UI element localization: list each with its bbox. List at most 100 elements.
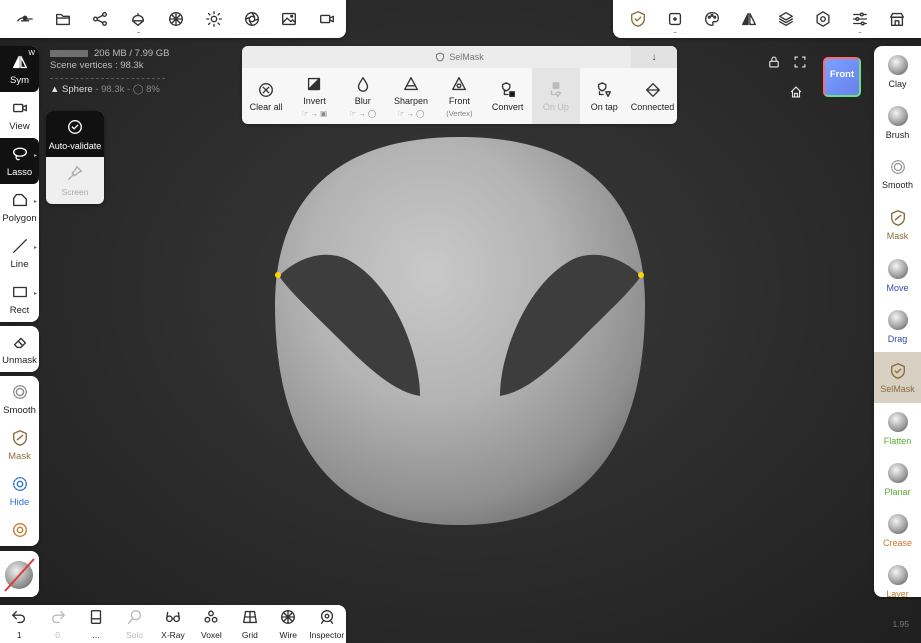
arrow-down-icon: ↓	[651, 51, 657, 63]
line-tool[interactable]: ▸ Line	[0, 230, 39, 276]
rect-tool[interactable]: ▸ Rect	[0, 276, 39, 322]
layer-icon	[887, 564, 908, 585]
screen-toggle[interactable]: Screen	[46, 157, 104, 204]
vertex-count: Scene vertices : 98.3k	[50, 60, 144, 71]
share-button[interactable]	[82, 0, 120, 38]
bottom-toolbar: 1 0 ... Solo X-Ray Voxel Grid Wire Inspe…	[0, 605, 346, 643]
selmask-header[interactable]: SelMask ↓	[242, 46, 677, 68]
left-toolbar-main: W Sym View ▸ Lasso ▸ Polygon ▸ Line ▸ Re…	[0, 46, 39, 322]
voxel-button[interactable]: Voxel	[192, 605, 230, 643]
unmask-tool[interactable]: Unmask	[0, 326, 39, 372]
flatten-tool[interactable]: Flatten	[874, 403, 921, 454]
undo-button[interactable]: 1	[0, 605, 38, 643]
top-left-toolbar: ...	[0, 0, 346, 38]
scene-button[interactable]: ...	[119, 0, 157, 38]
store-button[interactable]	[881, 0, 913, 38]
collapse-button[interactable]: ↓	[631, 46, 677, 68]
light-button[interactable]	[195, 0, 233, 38]
select-button[interactable]: ...	[659, 0, 691, 38]
redo-button[interactable]: 0	[38, 605, 76, 643]
mask-icon-small: ◯	[132, 84, 144, 95]
move-tool[interactable]: Move	[874, 250, 921, 301]
selmask-tool-icon	[630, 11, 645, 27]
auto-validate-toggle[interactable]: Auto-validate	[46, 111, 104, 157]
xray-button[interactable]: X-Ray	[154, 605, 192, 643]
hide-tool[interactable]: Hide	[0, 468, 39, 514]
video-button[interactable]	[308, 0, 346, 38]
polygon-tool[interactable]: ▸ Polygon	[0, 184, 39, 230]
mask-tool[interactable]: Mask	[0, 422, 39, 468]
clay-tool[interactable]: Clay	[874, 46, 921, 97]
memory-info: 206 MB / 7.99 GB	[50, 48, 170, 60]
view-tool[interactable]: View	[0, 92, 39, 138]
grid-button[interactable]: Grid	[231, 605, 269, 643]
lock-icon[interactable]	[767, 55, 781, 69]
mesh-button[interactable]	[157, 0, 195, 38]
fullscreen-icon[interactable]	[793, 55, 807, 69]
selmask-shield-icon	[436, 52, 445, 62]
smooth-tool[interactable]: Smooth	[0, 376, 39, 422]
symmetry-button[interactable]	[733, 0, 765, 38]
layer-tool[interactable]: Layer	[874, 556, 921, 597]
view-cube-label: Front	[829, 68, 855, 80]
drag-tool[interactable]: Drag	[874, 301, 921, 352]
sym-toggle[interactable]: W Sym	[0, 46, 39, 92]
paint-button[interactable]	[696, 0, 728, 38]
glasses-icon	[165, 611, 180, 623]
planar-label: Planar	[884, 486, 911, 497]
wire-button[interactable]: Wire	[269, 605, 307, 643]
connected-button[interactable]: Connected	[628, 68, 676, 124]
hide-icon	[12, 476, 27, 491]
rectangle-icon	[12, 286, 27, 297]
on-up-button[interactable]: On Up	[531, 68, 581, 124]
mask-region-right	[500, 254, 641, 396]
material-preview[interactable]	[0, 551, 39, 597]
home-view-button[interactable]	[789, 85, 803, 104]
smooth-tool-right[interactable]: Smooth	[874, 148, 921, 199]
sharpen-gesture-icon: ☞ → ◯	[397, 108, 425, 118]
crease-tool[interactable]: Crease	[874, 505, 921, 556]
sharpen-button[interactable]: Sharpen ☞ → ◯	[387, 68, 435, 124]
inspector-button[interactable]: Inspector	[308, 605, 346, 643]
sliders-button[interactable]: ...	[844, 0, 876, 38]
select-icon	[668, 12, 681, 26]
solo-button[interactable]: Solo	[115, 605, 153, 643]
front-vertex-button[interactable]: Front (Vertex)	[435, 68, 483, 124]
smooth-icon	[890, 159, 905, 174]
selmask-actions: Clear all Invert ☞ → ▣ Blur ☞ → ◯ Sharpe…	[242, 68, 677, 124]
mesh-icon	[169, 12, 183, 26]
convert-button[interactable]: Convert	[483, 68, 531, 124]
camera-icon	[244, 12, 259, 26]
background-button[interactable]	[270, 0, 308, 38]
drop-icon	[357, 76, 368, 92]
lasso-tool[interactable]: ▸ Lasso	[0, 138, 39, 184]
blur-button[interactable]: Blur ☞ → ◯	[339, 68, 387, 124]
selmask-quick-button[interactable]	[622, 0, 654, 38]
selmask-tool[interactable]: SelMask	[874, 352, 921, 403]
clear-all-button[interactable]: Clear all	[242, 68, 290, 124]
settings-button[interactable]	[807, 0, 839, 38]
files-button[interactable]	[44, 0, 82, 38]
extra-tool[interactable]	[0, 514, 39, 546]
brush-tool[interactable]: Brush	[874, 97, 921, 148]
history-button[interactable]: ...	[77, 605, 115, 643]
voxel-label: Voxel	[201, 630, 222, 640]
scene-info: 206 MB / 7.99 GB Scene vertices : 98.3k …	[50, 48, 170, 96]
on-up-icon	[550, 81, 562, 97]
view-cube[interactable]: Front	[823, 57, 861, 97]
active-object-row[interactable]: ▲ Sphere - 98.3k - ◯ 8%	[50, 84, 170, 96]
menu-button[interactable]	[6, 0, 44, 38]
grid-icon	[242, 610, 257, 624]
symmetry-marker-left	[275, 272, 281, 278]
camera-settings-button[interactable]	[233, 0, 271, 38]
mask-tool-right[interactable]: Mask	[874, 199, 921, 250]
scene-icon	[132, 12, 145, 26]
connected-icon	[645, 82, 660, 97]
submenu-arrow-icon: ▸	[33, 245, 37, 251]
invert-button[interactable]: Invert ☞ → ▣	[290, 68, 338, 124]
on-tap-button[interactable]: On tap	[580, 68, 628, 124]
symmetry-marker-right	[638, 272, 644, 278]
clear-icon	[259, 82, 274, 97]
planar-tool[interactable]: Planar	[874, 454, 921, 505]
layers-button[interactable]	[770, 0, 802, 38]
